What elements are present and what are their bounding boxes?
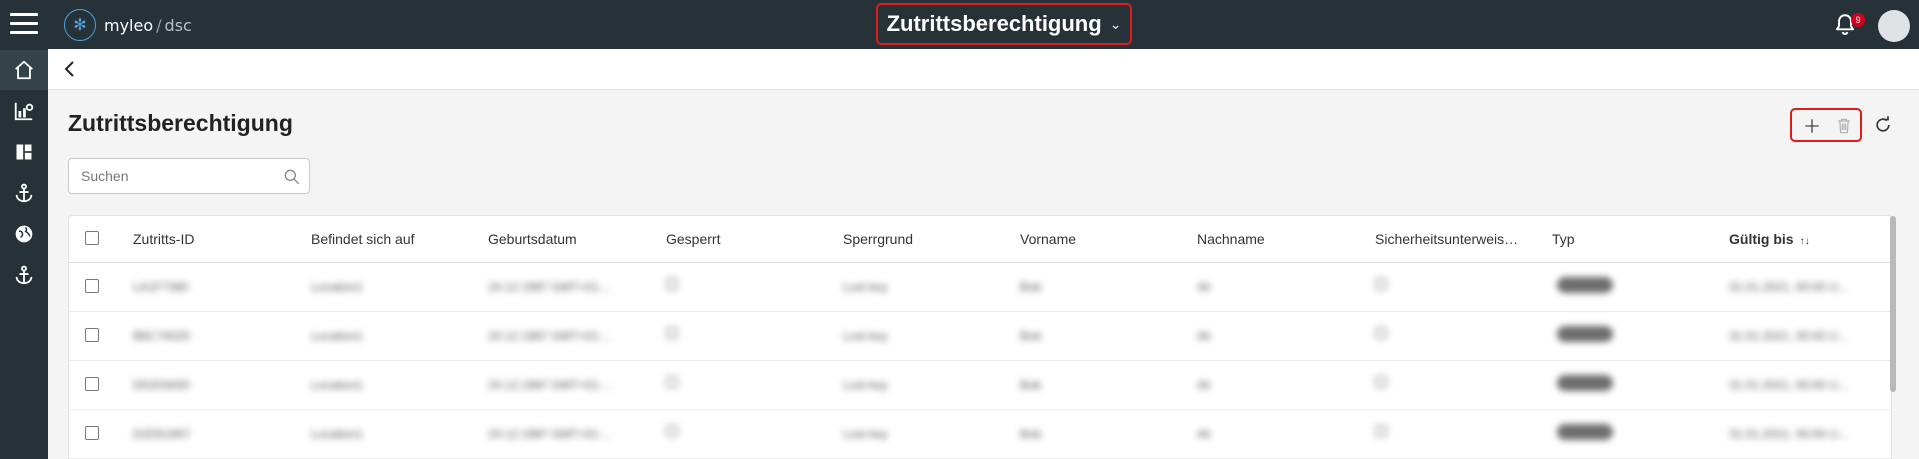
top-bar: ✻ myleo / dsc Zutrittsberechtigung ⌄ 9 <box>0 0 1919 49</box>
back-arrow-icon[interactable] <box>58 57 82 81</box>
select-all-checkbox[interactable] <box>85 231 99 245</box>
column-header[interactable]: Nachname <box>1197 231 1265 247</box>
cell-locked-checkbox <box>666 278 678 290</box>
column-header-sorted[interactable]: Gültig bis ↑↓ <box>1729 231 1810 247</box>
cell-dob: 24.12.1987 GMT+01:... <box>488 280 612 294</box>
cell-dob: 24.12.1987 GMT+01:... <box>488 378 612 392</box>
cell-id: LA1F7380 <box>133 280 189 294</box>
plus-icon[interactable] <box>1802 116 1822 136</box>
analytics-icon <box>14 102 34 121</box>
app-logo[interactable]: ✻ myleo / dsc <box>64 9 192 41</box>
notification-badge: 9 <box>1851 13 1865 27</box>
cell-reason: Lost key <box>843 378 888 392</box>
cell-location: Location1 <box>311 280 364 294</box>
search-icon[interactable] <box>282 167 302 187</box>
row-checkbox[interactable] <box>85 279 99 293</box>
cell-last-name: Ali <box>1197 378 1211 392</box>
cell-first-name: Bob <box>1020 280 1042 294</box>
sidebar-item-anchor-2[interactable] <box>0 255 48 295</box>
cell-reason: Lost key <box>843 329 888 343</box>
cell-reason: Lost key <box>843 280 888 294</box>
home-icon <box>15 60 33 80</box>
cell-locked-checkbox <box>666 327 678 339</box>
column-header[interactable]: Sperrgrund <box>843 231 913 247</box>
module-switcher[interactable]: Zutrittsberechtigung ⌄ <box>876 3 1132 45</box>
cell-valid-until: 31.01.2021, 00:00 U... <box>1729 378 1848 392</box>
cell-last-name: Ali <box>1197 280 1211 294</box>
cell-location: Location1 <box>311 427 364 441</box>
row-checkbox[interactable] <box>85 377 99 391</box>
cell-dob: 24.12.1987 GMT+01:... <box>488 427 612 441</box>
cell-dob: 24.12.1987 GMT+01:... <box>488 329 612 343</box>
anchor-icon <box>15 183 33 203</box>
sidebar-item-anchor[interactable] <box>0 173 48 213</box>
avatar[interactable] <box>1878 10 1910 42</box>
cell-valid-until: 31.01.2021, 00:00 U... <box>1729 329 1848 343</box>
action-group <box>1790 108 1862 142</box>
table-scrollbar[interactable] <box>1890 216 1896 392</box>
cell-id: B6C74020 <box>133 329 190 343</box>
cell-first-name: Bob <box>1020 329 1042 343</box>
menu-icon[interactable] <box>10 13 38 35</box>
cell-type-badge: ARBEIT <box>1557 375 1613 391</box>
cell-type-badge: ARBEIT <box>1557 424 1613 440</box>
cell-first-name: Bob <box>1020 427 1042 441</box>
cell-safety-checkbox <box>1375 327 1387 339</box>
trash-icon[interactable] <box>1834 116 1854 136</box>
sidebar-item-globe[interactable] <box>0 214 48 254</box>
search-field[interactable] <box>68 158 310 194</box>
row-checkbox[interactable] <box>85 328 99 342</box>
chevron-down-icon: ⌄ <box>1109 15 1122 32</box>
sidebar-item-dashboard[interactable] <box>0 132 48 172</box>
cell-location: Location1 <box>311 378 364 392</box>
cell-last-name: Ali <box>1197 427 1211 441</box>
cell-reason: Lost key <box>843 427 888 441</box>
sub-toolbar <box>48 49 1919 90</box>
sidebar-item-home[interactable] <box>0 50 48 90</box>
refresh-icon[interactable] <box>1873 115 1893 135</box>
cell-safety-checkbox <box>1375 376 1387 388</box>
sort-icon: ↑↓ <box>1799 236 1810 247</box>
anchor-icon <box>15 265 33 285</box>
cell-id: D5203A50 <box>133 378 190 392</box>
column-header[interactable]: Befindet sich auf <box>311 231 415 247</box>
cell-type-badge: ARBEIT <box>1557 326 1613 342</box>
cell-locked-checkbox <box>666 425 678 437</box>
cell-last-name: Ali <box>1197 329 1211 343</box>
table-row[interactable]: D2D51907 Location1 24.12.1987 GMT+01:...… <box>69 410 1891 459</box>
column-header[interactable]: Typ <box>1552 231 1575 247</box>
module-title: Zutrittsberechtigung <box>886 11 1102 36</box>
page-title: Zutrittsberechtigung <box>68 110 293 136</box>
globe-icon <box>15 225 33 243</box>
cell-safety-checkbox <box>1375 425 1387 437</box>
table-row[interactable]: B6C74020 Location1 24.12.1987 GMT+01:...… <box>69 312 1891 361</box>
cell-locked-checkbox <box>666 376 678 388</box>
column-header[interactable]: Gesperrt <box>666 231 720 247</box>
cell-id: D2D51907 <box>133 427 191 441</box>
cell-type-badge: ARBEIT <box>1557 277 1613 293</box>
cell-location: Location1 <box>311 329 364 343</box>
search-input[interactable] <box>81 167 271 185</box>
table-row[interactable]: D5203A50 Location1 24.12.1987 GMT+01:...… <box>69 361 1891 410</box>
logo-icon: ✻ <box>64 9 96 41</box>
cell-valid-until: 31.01.2021, 00:00 U... <box>1729 427 1848 441</box>
column-header[interactable]: Sicherheitsunterweis… <box>1375 231 1518 247</box>
cell-safety-checkbox <box>1375 278 1387 290</box>
cell-valid-until: 31.01.2021, 00:00 U... <box>1729 280 1848 294</box>
table-row[interactable]: LA1F7380 Location1 24.12.1987 GMT+01:...… <box>69 263 1891 312</box>
cell-first-name: Bob <box>1020 378 1042 392</box>
row-checkbox[interactable] <box>85 426 99 440</box>
column-header[interactable]: Zutritts-ID <box>133 231 194 247</box>
column-header[interactable]: Vorname <box>1020 231 1076 247</box>
data-table: Zutritts-ID Befindet sich auf Geburtsdat… <box>68 215 1892 459</box>
sidebar <box>0 49 48 459</box>
sidebar-item-analytics[interactable] <box>0 91 48 131</box>
table-header: Zutritts-ID Befindet sich auf Geburtsdat… <box>69 216 1891 263</box>
logo-text: myleo / dsc <box>104 15 192 35</box>
dashboard-icon <box>16 144 32 160</box>
column-header[interactable]: Geburtsdatum <box>488 231 577 247</box>
